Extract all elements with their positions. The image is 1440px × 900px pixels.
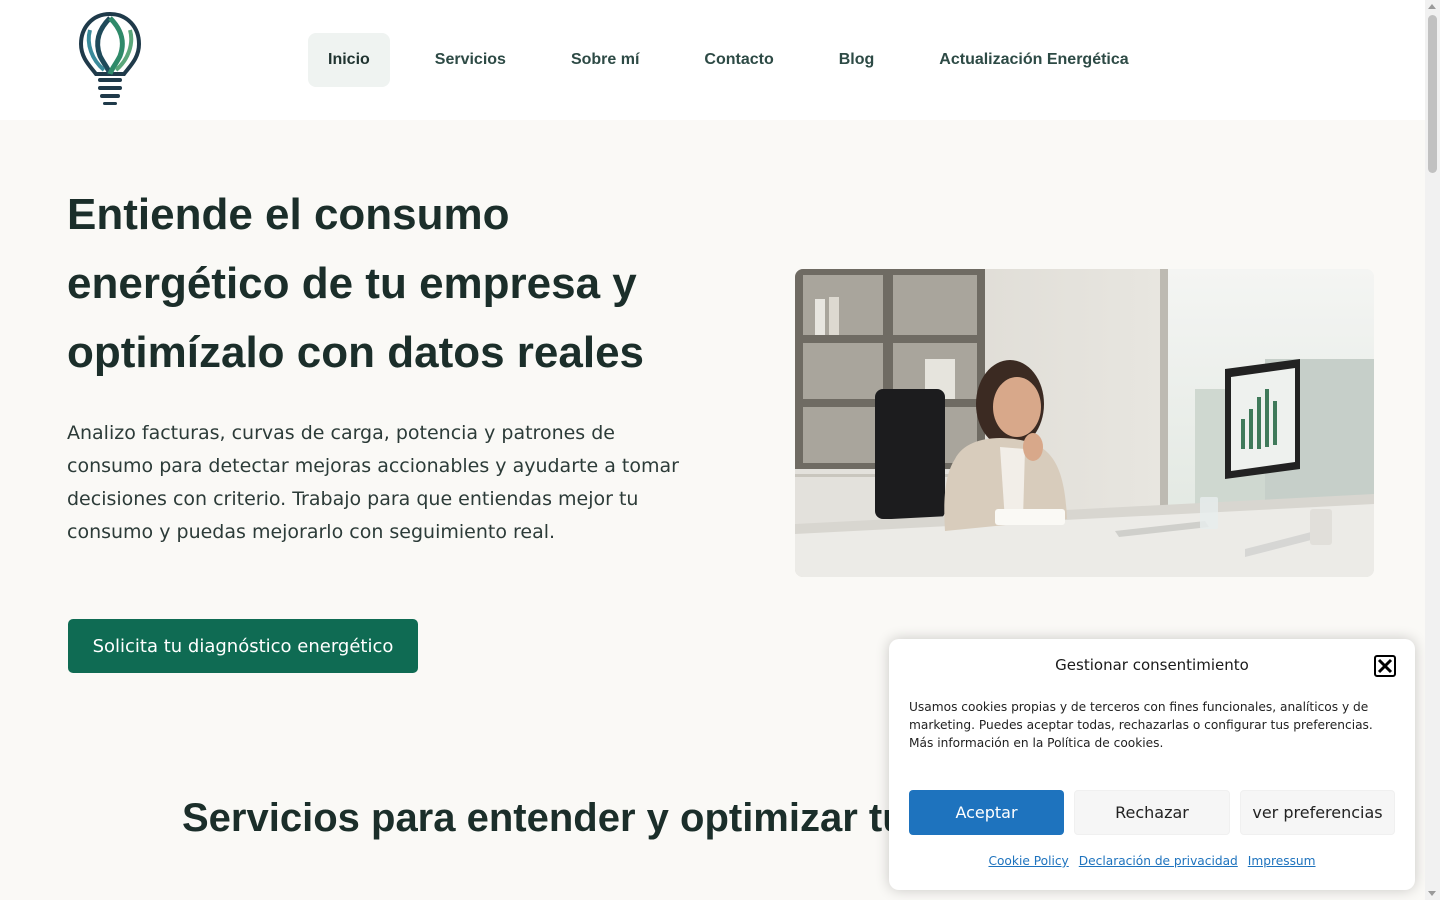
nav-item-sobre-mi[interactable]: Sobre mí [551,33,659,87]
close-icon[interactable] [1374,655,1396,677]
deny-cookies-button[interactable]: Rechazar [1074,790,1230,835]
page-scrollbar[interactable] [1425,0,1440,900]
nav-item-contacto[interactable]: Contacto [684,33,793,87]
cookie-policy-link[interactable]: Cookie Policy [988,854,1068,868]
view-preferences-button[interactable]: ver preferencias [1240,790,1395,835]
impressum-link[interactable]: Impressum [1248,854,1316,868]
woman-at-desk-photo [795,269,1374,577]
nav-item-actualizacion-energetica[interactable]: Actualización Energética [919,33,1148,87]
scroll-up-icon[interactable] [1428,4,1436,9]
hero-description: Analizo facturas, curvas de carga, poten… [67,422,679,543]
scroll-thumb[interactable] [1428,15,1437,173]
cookie-links: Cookie Policy Declaración de privacidad … [889,854,1415,868]
cookie-dialog-text: Usamos cookies propias y de terceros con… [909,700,1373,750]
site-header: Inicio Servicios Sobre mí Contacto Blog … [0,0,1425,120]
cookie-dialog-title: Gestionar consentimiento [1055,656,1249,674]
main-nav: Inicio Servicios Sobre mí Contacto Blog … [308,33,1174,87]
cookie-consent-dialog: Gestionar consentimiento Usamos cookies … [889,639,1415,890]
nav-item-blog[interactable]: Blog [819,33,895,87]
services-section-title: Servicios para entender y optimizar tu c [182,796,941,840]
lightbulb-logo-icon[interactable] [78,10,142,110]
diagnostic-cta-button[interactable]: Solicita tu diagnóstico energético [68,619,418,673]
nav-item-servicios[interactable]: Servicios [415,33,526,87]
privacy-statement-link[interactable]: Declaración de privacidad [1079,854,1238,868]
scroll-down-icon[interactable] [1428,891,1436,896]
nav-item-inicio[interactable]: Inicio [308,33,390,87]
hero-title: Entiende el consumo energético de tu emp… [67,190,645,377]
accept-cookies-button[interactable]: Aceptar [909,790,1064,835]
